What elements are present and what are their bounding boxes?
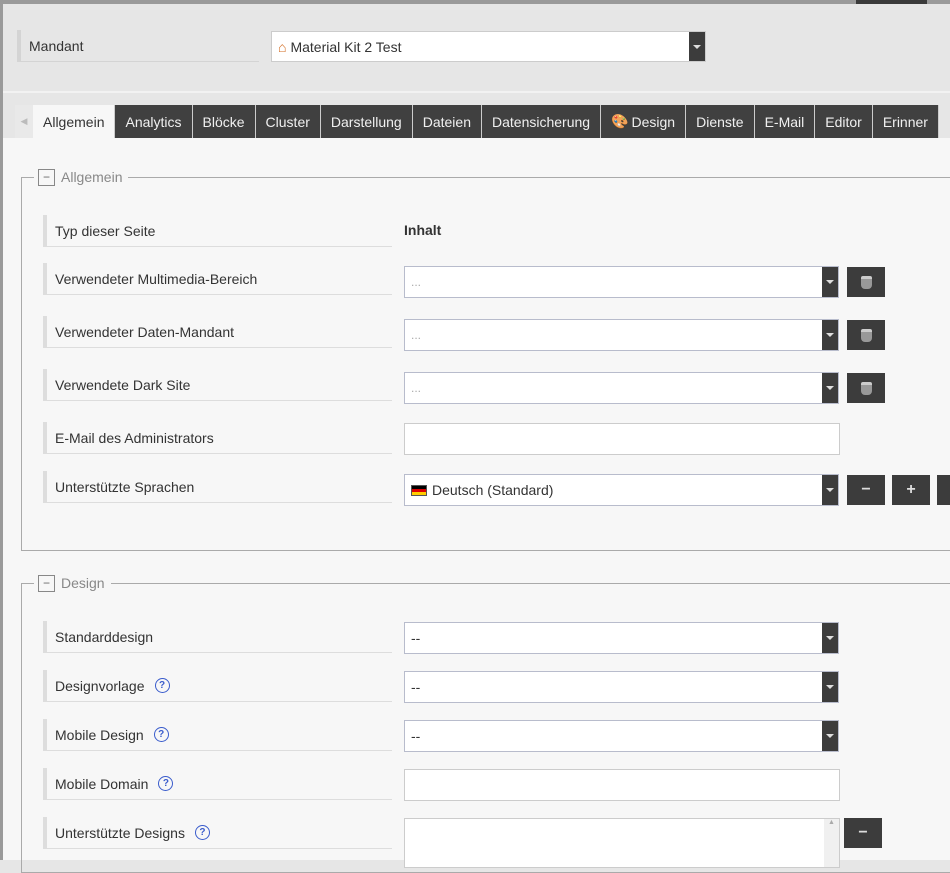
tab-email[interactable]: E-Mail: [754, 105, 816, 138]
tab-cluster[interactable]: Cluster: [255, 105, 321, 138]
mobile-design-select[interactable]: --: [404, 720, 839, 752]
fieldset-legend-design[interactable]: − Design: [34, 573, 111, 593]
tab-bar: ◀ Allgemein Analytics Blöcke Cluster Dar…: [15, 105, 939, 138]
tab-allgemein[interactable]: Allgemein: [33, 105, 116, 138]
label-dark-site: Verwendete Dark Site: [43, 369, 392, 401]
left-border: [0, 0, 3, 860]
palette-icon: 🎨: [611, 113, 629, 129]
tab-design[interactable]: 🎨 Design: [601, 105, 687, 138]
trash-icon: [860, 275, 872, 289]
german-flag-icon: [411, 484, 427, 496]
mobile-domain-input[interactable]: [404, 769, 840, 801]
fieldset-legend-allgemein[interactable]: − Allgemein: [34, 167, 129, 187]
tab-bloecke[interactable]: Blöcke: [192, 105, 256, 138]
chevron-down-icon[interactable]: [822, 267, 838, 297]
chevron-down-icon[interactable]: [822, 320, 838, 350]
typ-value: Inhalt: [404, 222, 442, 238]
home-icon: ⌂: [278, 38, 287, 55]
chevron-down-icon[interactable]: [822, 721, 838, 751]
label-sprachen: Unterstützte Sprachen: [43, 471, 392, 503]
label-designvorlage: Designvorlage?: [43, 670, 392, 702]
help-icon[interactable]: ?: [153, 727, 169, 742]
label-multimedia: Verwendeter Multimedia-Bereich: [43, 263, 392, 295]
chevron-down-icon[interactable]: [689, 32, 705, 61]
label-typ: Typ dieser Seite: [43, 215, 392, 247]
tab-erinnerungen[interactable]: Erinner: [872, 105, 939, 138]
divider: [3, 91, 950, 93]
multimedia-select[interactable]: ...: [404, 266, 839, 298]
trash-icon: [860, 381, 872, 395]
mandant-select[interactable]: ⌂ Material Kit 2 Test: [271, 31, 706, 62]
admin-email-input[interactable]: [404, 423, 840, 455]
label-standarddesign: Standarddesign: [43, 621, 392, 653]
label-mobile-design: Mobile Design?: [43, 719, 392, 751]
tab-analytics[interactable]: Analytics: [115, 105, 193, 138]
collapse-icon[interactable]: −: [38, 168, 55, 186]
help-icon[interactable]: ?: [194, 825, 210, 840]
chevron-down-icon[interactable]: [822, 672, 838, 702]
delete-dark-site-button[interactable]: [847, 373, 885, 403]
tab-dateien[interactable]: Dateien: [412, 105, 482, 138]
tab-editor[interactable]: Editor: [815, 105, 873, 138]
tab-datensicherung[interactable]: Datensicherung: [482, 105, 602, 138]
label-unterstuetzte-designs: Unterstützte Designs?: [43, 817, 392, 849]
help-icon[interactable]: ?: [158, 776, 174, 791]
mandant-label: Mandant: [17, 30, 259, 62]
daten-mandant-select[interactable]: ...: [404, 319, 839, 351]
remove-design-button[interactable]: −: [844, 818, 882, 848]
label-mobile-domain: Mobile Domain?: [43, 768, 392, 800]
standarddesign-select[interactable]: --: [404, 622, 839, 654]
top-bar: [0, 0, 950, 4]
delete-multimedia-button[interactable]: [847, 267, 885, 297]
collapse-icon[interactable]: −: [38, 574, 55, 592]
dark-site-select[interactable]: ...: [404, 372, 839, 404]
add-language-button[interactable]: +: [892, 475, 930, 505]
tab-darstellung[interactable]: Darstellung: [320, 105, 413, 138]
help-icon[interactable]: ?: [154, 678, 170, 693]
designvorlage-select[interactable]: --: [404, 671, 839, 703]
chevron-down-icon[interactable]: [822, 623, 838, 653]
tab-dienste[interactable]: Dienste: [686, 105, 755, 138]
trash-icon: [860, 328, 872, 342]
remove-language-button[interactable]: −: [847, 475, 885, 505]
label-admin-email: E-Mail des Administrators: [43, 422, 392, 454]
chevron-down-icon[interactable]: [822, 373, 838, 403]
sprachen-select[interactable]: Deutsch (Standard): [404, 474, 839, 506]
more-button[interactable]: [937, 475, 950, 505]
tab-scroll-left[interactable]: ◀: [15, 105, 33, 138]
unterstuetzte-designs-list[interactable]: ▲: [404, 818, 840, 868]
delete-daten-mandant-button[interactable]: [847, 320, 885, 350]
label-daten-mandant: Verwendeter Daten-Mandant: [43, 316, 392, 348]
chevron-down-icon[interactable]: [822, 475, 838, 505]
